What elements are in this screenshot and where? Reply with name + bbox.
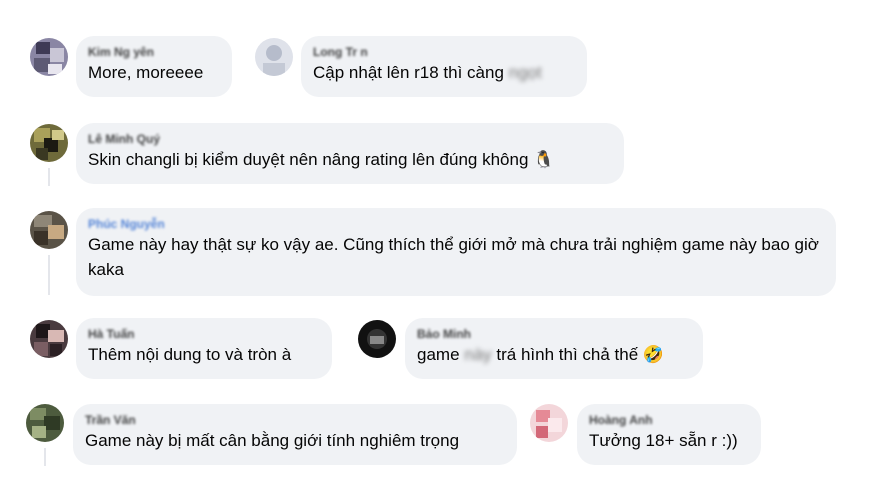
avatar[interactable] <box>530 404 568 442</box>
comment-text: Tưởng 18+ sẵn r :)) <box>589 431 738 450</box>
comment-text: game này trá hình thì chả thế 🤣 <box>417 345 665 365</box>
comment-bubble: Hoàng Anh Tưởng 18+ sẵn r :)) <box>577 404 761 465</box>
comment-text: Skin changli bị kiểm duyệt nên nâng rati… <box>88 150 555 170</box>
comment-text: More, moreeee <box>88 63 204 82</box>
blurred-word: ngọt <box>508 63 542 82</box>
comment-bubble: Lê Minh Quý Skin changli bị kiểm duyệt n… <box>76 123 624 184</box>
thread-line <box>48 255 50 295</box>
comment-text: Cập nhật lên r18 thì càng ngọt <box>313 63 542 82</box>
comment-bubble: Long Tr n Cập nhật lên r18 thì càng ngọt <box>301 36 587 97</box>
avatar[interactable] <box>30 38 68 76</box>
comment-text: Game này hay thật sự ko vậy ae. Cũng thí… <box>88 235 819 279</box>
comment-bubble: Bảo Minh game này trá hình thì chả thế 🤣 <box>405 318 703 379</box>
comment-author[interactable]: Hà Tuấn <box>88 326 320 342</box>
thread-line <box>48 168 50 186</box>
comment-author[interactable]: Long Tr n <box>313 44 575 60</box>
laughing-emoji-icon: 🤣 <box>642 345 665 365</box>
comment-bubble: Hà Tuấn Thêm nội dung to và tròn à <box>76 318 332 379</box>
comment-author[interactable]: Bảo Minh <box>417 326 691 342</box>
blurred-word: này <box>464 345 492 364</box>
comment-bubble: Phúc Nguyễn Game này hay thật sự ko vậy … <box>76 208 836 296</box>
comment-text: Thêm nội dung to và tròn à <box>88 345 292 364</box>
comment-author[interactable]: Lê Minh Quý <box>88 131 612 147</box>
avatar[interactable] <box>358 320 396 358</box>
avatar[interactable] <box>255 38 293 76</box>
comment-author[interactable]: Kim Ng yên <box>88 44 220 60</box>
penguin-emoji-icon: 🐧 <box>533 150 555 170</box>
comment-author[interactable]: Phúc Nguyễn <box>88 216 824 232</box>
thread-line <box>44 448 46 466</box>
avatar[interactable] <box>30 124 68 162</box>
comment-author[interactable]: Hoàng Anh <box>589 412 749 428</box>
avatar[interactable] <box>30 320 68 358</box>
comment-text: Game này bị mất cân bằng giới tính nghiê… <box>85 431 460 450</box>
avatar[interactable] <box>30 211 68 249</box>
comment-bubble: Kim Ng yên More, moreeee <box>76 36 232 97</box>
comment-bubble: Trần Văn Game này bị mất cân bằng giới t… <box>73 404 517 465</box>
comment-author[interactable]: Trần Văn <box>85 412 505 428</box>
avatar[interactable] <box>26 404 64 442</box>
